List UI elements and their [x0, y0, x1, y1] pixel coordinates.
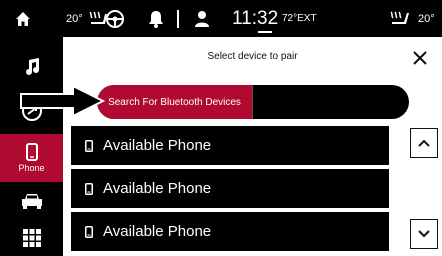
- close-button[interactable]: [409, 47, 431, 69]
- status-bar: 20° 11:32 72°EXT 20°: [0, 0, 442, 37]
- device-list-item[interactable]: Available Phone: [71, 212, 389, 251]
- device-name: Available Phone: [103, 223, 212, 240]
- notification-bell-icon[interactable]: [148, 0, 164, 37]
- pairing-dialog: Select device to pair Search For Bluetoo…: [20, 37, 442, 256]
- right-temperature[interactable]: 20°: [418, 0, 435, 37]
- sidebar-item-music[interactable]: [0, 45, 63, 89]
- phone-icon: [85, 139, 95, 152]
- callout-arrow-icon: [20, 84, 106, 118]
- home-icon[interactable]: [10, 0, 36, 37]
- scroll-up-button[interactable]: [410, 128, 438, 158]
- apps-grid-icon: [22, 229, 41, 247]
- device-list-item[interactable]: Available Phone: [71, 126, 389, 165]
- sidebar-item-phone[interactable]: Phone: [0, 134, 63, 182]
- sidebar-item-apps[interactable]: [0, 220, 63, 256]
- phone-icon: [25, 143, 38, 161]
- sidebar-item-label: Phone: [18, 163, 45, 173]
- chevron-down-icon: [418, 230, 430, 238]
- status-divider: [177, 10, 179, 28]
- chevron-up-icon: [418, 139, 430, 147]
- device-name: Available Phone: [103, 180, 212, 197]
- clock-underline: [258, 31, 272, 33]
- close-icon: [413, 51, 427, 65]
- scroll-down-button[interactable]: [410, 219, 438, 249]
- dialog-title: Select device to pair: [207, 51, 298, 62]
- heated-seat-steering-icon[interactable]: [87, 0, 125, 37]
- car-icon: [21, 194, 42, 209]
- device-name: Available Phone: [103, 137, 212, 154]
- left-temperature[interactable]: 20°: [66, 0, 83, 37]
- heated-seat-right-icon[interactable]: [388, 0, 410, 37]
- search-bar: Search For Bluetooth Devices: [97, 85, 409, 119]
- user-profile-icon[interactable]: [194, 0, 210, 37]
- search-bluetooth-button[interactable]: Search For Bluetooth Devices: [97, 85, 253, 119]
- sidebar-item-vehicle[interactable]: [0, 182, 63, 220]
- device-list-item[interactable]: Available Phone: [71, 169, 389, 208]
- outside-temperature: 72°EXT: [282, 13, 317, 24]
- phone-icon: [85, 182, 95, 195]
- phone-icon: [85, 225, 95, 238]
- music-icon: [25, 58, 39, 75]
- sidebar: Phone: [0, 37, 63, 256]
